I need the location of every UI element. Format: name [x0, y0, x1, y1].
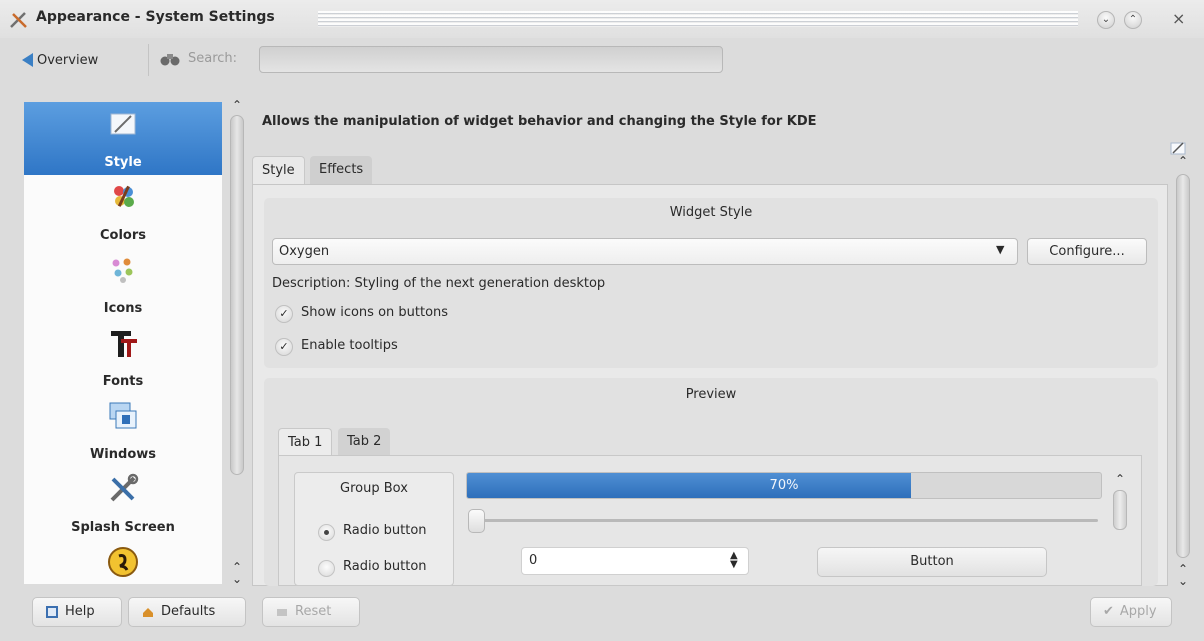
sidebar-item-label: Icons — [103, 301, 143, 316]
defaults-button[interactable]: Defaults — [128, 597, 246, 627]
title-bar-drag-area[interactable] — [318, 11, 1078, 27]
spinbox-arrows-icon[interactable]: ▲ ▼ — [730, 551, 738, 570]
show-icons-checkbox[interactable]: ✓ — [275, 305, 293, 323]
slider-handle[interactable] — [468, 509, 485, 533]
help-book-icon — [46, 606, 58, 618]
tab-style[interactable]: Style — [252, 156, 305, 184]
reset-label: Reset — [295, 604, 332, 619]
sidebar-item-windows[interactable]: Windows — [24, 394, 222, 467]
icons-icon — [112, 258, 133, 283]
sidebar-item-emoticons[interactable] — [24, 540, 222, 584]
configure-button[interactable]: Configure... — [1027, 238, 1147, 265]
sidebar-item-label: Splash Screen — [71, 520, 175, 535]
widget-style-title: Widget Style — [669, 205, 753, 220]
sidebar-item-colors[interactable]: Colors — [24, 175, 222, 248]
search-label: Search: — [188, 51, 238, 66]
preview-title: Preview — [685, 387, 737, 402]
overview-button[interactable]: Overview — [22, 46, 98, 74]
reset-button[interactable]: Reset — [262, 597, 360, 627]
overview-label: Overview — [37, 52, 99, 68]
sidebar-item-fonts[interactable]: Fonts — [24, 321, 222, 394]
windows-icon — [109, 402, 137, 429]
radio-selected-dot — [324, 530, 329, 535]
sidebar-item-label: Colors — [99, 228, 146, 243]
search-input[interactable] — [259, 46, 723, 73]
apply-check-icon: ✔ — [1103, 604, 1114, 619]
sidebar-item-label: Style — [104, 155, 142, 170]
sidebar-item-splash-screen[interactable]: Splash Screen — [24, 467, 222, 540]
sidebar-scroll-handle[interactable] — [230, 115, 244, 475]
window-title: Appearance - System Settings — [36, 9, 275, 25]
sidebar-item-label: Windows — [89, 447, 157, 462]
preview-tab-2[interactable]: Tab 2 — [338, 428, 391, 456]
preview-push-button[interactable]: Button — [817, 547, 1047, 577]
radio-button-1-label: Radio button — [343, 523, 427, 538]
sidebar-scroll-down-icon[interactable]: ⌄ — [232, 572, 242, 586]
splash-screen-icon — [110, 473, 139, 502]
preview-tab-1[interactable]: Tab 1 — [278, 428, 333, 456]
style-description: Description: Styling of the next generat… — [272, 276, 606, 291]
chevron-down-icon: ▼ — [996, 243, 1005, 256]
sidebar-scroll-up-icon[interactable]: ⌃ — [232, 98, 242, 112]
preview-scroll-handle[interactable] — [1113, 490, 1127, 530]
back-arrow-icon — [22, 53, 33, 67]
apply-label: Apply — [1119, 604, 1157, 619]
help-button[interactable]: Help — [32, 597, 122, 627]
sidebar-item-style[interactable]: Style — [24, 102, 222, 175]
show-icons-label: Show icons on buttons — [301, 305, 449, 320]
system-settings-icon — [10, 12, 27, 28]
preview-spinbox[interactable]: 0 — [521, 547, 749, 575]
reset-icon — [277, 609, 287, 616]
help-label: Help — [65, 604, 95, 619]
preview-progress-bar: 70% — [466, 472, 1102, 499]
main-scroll-down-icon[interactable]: ⌄ — [1178, 574, 1188, 588]
enable-tooltips-checkbox[interactable]: ✓ — [275, 338, 293, 356]
toolbar-separator — [148, 44, 149, 76]
main-scroll-up-icon[interactable]: ⌃ — [1178, 154, 1188, 168]
tab-effects[interactable]: Effects — [310, 156, 373, 184]
radio-button-1[interactable] — [318, 524, 335, 541]
group-box-title: Group Box — [340, 481, 408, 496]
module-description: Allows the manipulation of widget behavi… — [262, 114, 817, 129]
style-icon — [110, 113, 136, 135]
emoticons-icon — [108, 547, 138, 577]
widget-style-select[interactable]: Oxygen — [272, 238, 1018, 265]
radio-button-2-label: Radio button — [343, 559, 427, 574]
close-button[interactable]: × — [1172, 9, 1185, 28]
preview-scroll-up-icon[interactable]: ⌃ — [1115, 472, 1125, 486]
defaults-label: Defaults — [161, 604, 216, 619]
binoculars-icon — [160, 54, 180, 66]
sidebar-item-icons[interactable]: Icons — [24, 248, 222, 321]
radio-button-2[interactable] — [318, 560, 335, 577]
fonts-icon — [111, 331, 137, 357]
main-scroll-handle[interactable] — [1176, 174, 1190, 558]
preview-slider[interactable] — [470, 519, 1098, 522]
enable-tooltips-label: Enable tooltips — [301, 338, 398, 353]
colors-icon — [114, 185, 134, 207]
progress-text: 70% — [769, 478, 799, 493]
maximize-button[interactable]: ⌃ — [1124, 11, 1142, 29]
category-sidebar: Style Colors Icons Fonts Windows Splash … — [24, 102, 222, 584]
sidebar-item-label: Fonts — [102, 374, 144, 389]
defaults-icon — [143, 608, 153, 617]
minimize-button[interactable]: ⌄ — [1097, 11, 1115, 29]
apply-button[interactable]: ✔ Apply — [1090, 597, 1172, 627]
